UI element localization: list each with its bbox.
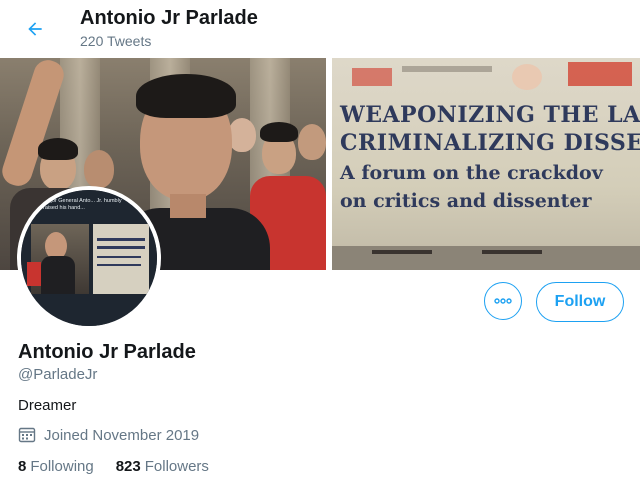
following-count: 8	[18, 458, 27, 475]
avatar-caption: Major General Anto... Jr. humbly raised …	[43, 198, 122, 211]
profile-header: Antonio Jr Parlade 220 Tweets	[0, 0, 640, 58]
sign-line-1: WEAPONIZING THE LA	[340, 102, 640, 128]
arrow-left-icon	[28, 22, 42, 36]
more-horizontal-icon	[494, 298, 512, 304]
banner-photo-forum-sign: WEAPONIZING THE LA CRIMINALIZING DISSE A…	[332, 58, 640, 270]
joined-text: Joined November 2019	[44, 426, 200, 444]
sign-line-3: A forum on the crackdov	[340, 162, 603, 184]
profile-handle: @ParladeJr	[18, 366, 98, 383]
profile-stats: 8 Following 823 Followers	[18, 458, 231, 475]
following-label: Following	[30, 458, 94, 475]
following-link[interactable]: 8 Following	[18, 458, 94, 475]
avatar[interactable]: Major General Anto... Jr. humbly raised …	[17, 186, 161, 330]
followers-count: 823	[115, 458, 141, 475]
header-title: Antonio Jr Parlade	[80, 7, 258, 29]
more-options-button[interactable]	[484, 282, 522, 320]
tweet-count: 220 Tweets	[80, 33, 152, 49]
sign-line-4: on critics and dissenter	[340, 190, 592, 212]
sign-line-2: CRIMINALIZING DISSE	[340, 130, 640, 156]
followers-link[interactable]: 823 Followers	[116, 458, 209, 475]
profile-bio: Dreamer	[18, 397, 77, 414]
back-button[interactable]	[20, 14, 50, 44]
joined-date: Joined November 2019	[18, 426, 199, 444]
calendar-icon	[18, 426, 36, 444]
follow-button[interactable]: Follow	[536, 282, 624, 322]
profile-name: Antonio Jr Parlade	[18, 341, 196, 363]
followers-label: Followers	[144, 458, 209, 475]
